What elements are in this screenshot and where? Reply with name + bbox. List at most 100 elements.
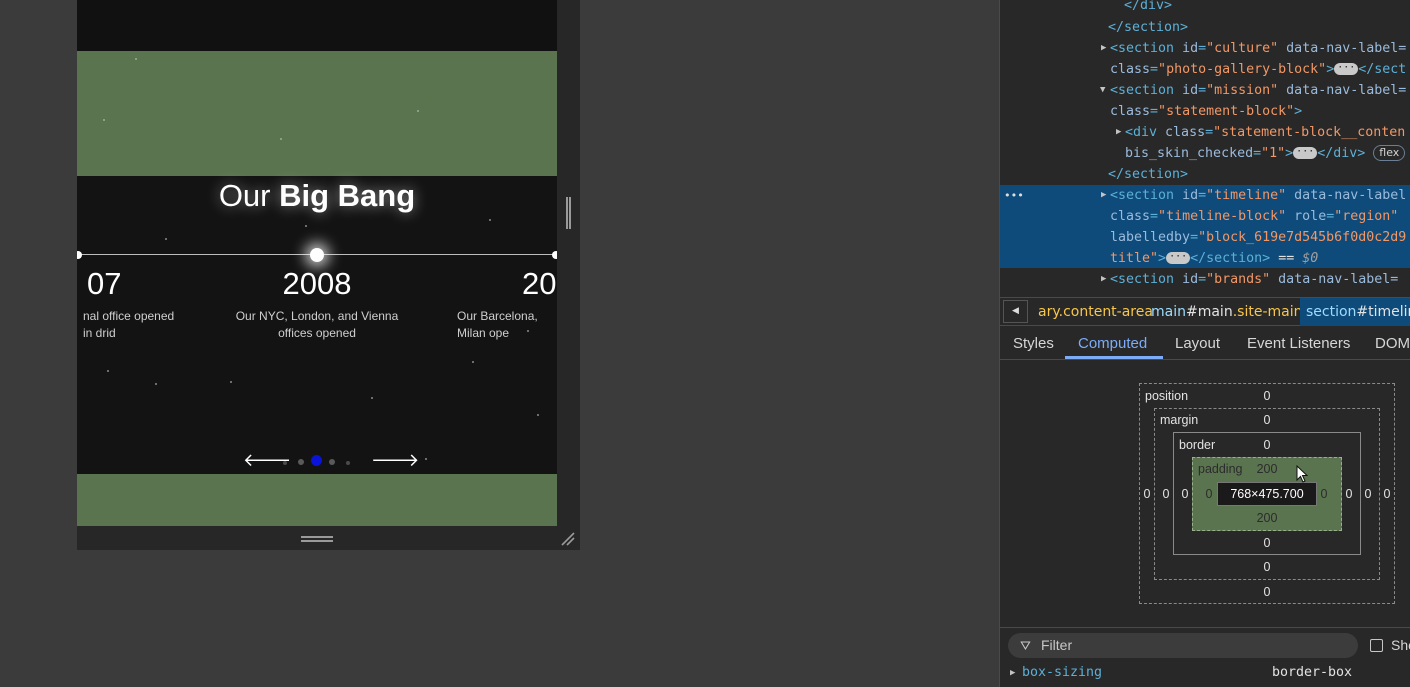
carousel-pager-dot[interactable] — [298, 459, 304, 465]
timeline-dot-active[interactable] — [310, 248, 324, 262]
margin-right[interactable]: 0 — [1358, 487, 1378, 501]
filter-icon: ⛛ — [1020, 638, 1031, 653]
position-right[interactable]: 0 — [1377, 487, 1397, 501]
dom-node-culture-class[interactable]: class="photo-gallery-block"> ··· </sect — [1110, 59, 1406, 80]
star — [103, 119, 105, 121]
dom-node-statement-content[interactable]: <div class="statement-block__conten — [1125, 122, 1405, 143]
dom-attr: data-nav-label= — [1278, 41, 1407, 56]
resize-corner-icon[interactable] — [561, 532, 575, 546]
ellipsis-chip[interactable]: ··· — [1166, 252, 1191, 264]
carousel-pager-dot-active[interactable] — [311, 455, 322, 466]
star — [371, 397, 373, 399]
resize-width-handle[interactable] — [566, 197, 571, 229]
timeline-item-current: 2008 Our NYC, London, and Vienna offices… — [217, 264, 417, 342]
dom-tag: > — [1294, 104, 1303, 119]
margin-top[interactable]: 0 — [1257, 413, 1277, 427]
border-top[interactable]: 0 — [1257, 438, 1277, 452]
show-all-label: Sho — [1391, 637, 1410, 653]
breadcrumb-item[interactable]: main#main.site-main — [1151, 298, 1302, 326]
dom-attr-value: 1 — [1269, 146, 1278, 161]
timeline-year: 07 — [87, 266, 122, 301]
timeline-year: 20 — [522, 266, 557, 301]
tab-styles[interactable]: Styles — [1013, 326, 1054, 362]
dom-tag: <section — [1110, 41, 1175, 56]
padding-label: padding — [1198, 462, 1243, 476]
carousel-controls: 🡐 🡒 — [77, 450, 557, 472]
dom-node[interactable]: </div> — [1124, 0, 1172, 16]
star — [537, 414, 539, 416]
tab-event-listeners[interactable]: Event Listeners — [1247, 326, 1350, 362]
box-model-content[interactable]: 768×475.700 — [1217, 482, 1317, 506]
carousel-pager-dot[interactable] — [283, 461, 287, 465]
dom-tag: </section> — [1190, 251, 1271, 266]
padding-left[interactable]: 0 — [1199, 487, 1219, 501]
dom-attr: data-nav-label — [1286, 188, 1407, 203]
border-right[interactable]: 0 — [1339, 487, 1359, 501]
dom-attr: data-nav-label= — [1270, 272, 1399, 287]
timeline-title-bold: Big Bang — [279, 178, 416, 213]
breadcrumb-class: ary.content-area — [1038, 304, 1153, 320]
ellipsis-chip[interactable]: ··· — [1334, 63, 1359, 75]
show-all-checkbox[interactable]: Sho — [1370, 637, 1410, 653]
padding-right[interactable]: 0 — [1314, 487, 1334, 501]
star — [489, 219, 491, 221]
preview-top-section — [77, 0, 557, 51]
dom-console-ref: $0 — [1302, 251, 1319, 266]
position-bottom[interactable]: 0 — [1257, 585, 1277, 599]
carousel-pager-dot[interactable] — [346, 461, 350, 465]
star — [417, 110, 419, 112]
dom-node-timeline-end[interactable]: title"> ··· </section> == $0 — [1110, 248, 1318, 269]
dom-tag: <section — [1110, 83, 1175, 98]
timeline-item-next: 20 Our Barcelona, Milan ope — [439, 264, 557, 342]
resize-height-handle[interactable] — [301, 536, 333, 542]
margin-bottom[interactable]: 0 — [1257, 560, 1277, 574]
dom-node-timeline-labelledby[interactable]: labelledby="block_619e7d545b6f0d0c2d9 — [1110, 227, 1406, 248]
tab-dom[interactable]: DOM — [1375, 326, 1410, 362]
dom-node-mission[interactable]: <section id="mission" data-nav-label= — [1110, 80, 1406, 101]
ellipsis-chip[interactable]: ··· — [1293, 147, 1318, 159]
dom-node-mission-class[interactable]: class="statement-block"> — [1110, 101, 1302, 122]
star — [305, 225, 307, 227]
collapse-triangle-icon[interactable]: ▼ — [1100, 85, 1110, 95]
dom-node-timeline-class[interactable]: class="timeline-block" role="region" — [1110, 206, 1398, 227]
expand-triangle-icon[interactable]: ▶ — [1010, 661, 1015, 685]
padding-highlight-top — [77, 51, 557, 176]
carousel-pager-dot[interactable] — [329, 459, 335, 465]
breadcrumb-element: main — [1151, 304, 1186, 320]
flex-badge[interactable]: flex — [1373, 145, 1406, 161]
selected-node-menu-icon[interactable]: ••• — [1004, 185, 1024, 206]
dom-attr-value: timeline — [1214, 188, 1279, 203]
breadcrumb-scroll-left-icon[interactable]: ◀ — [1003, 300, 1028, 323]
dom-attr-value: region — [1342, 209, 1391, 224]
dom-node-bis-skin[interactable]: bis_skin_checked="1"> ··· </div> flex — [1125, 143, 1406, 164]
dom-tag: <div — [1125, 125, 1158, 140]
star — [155, 383, 157, 385]
dom-node-culture[interactable]: <section id="culture" data-nav-label= — [1110, 38, 1406, 59]
breadcrumb-item-selected[interactable]: section#timeline — [1300, 298, 1410, 326]
checkbox-icon[interactable] — [1370, 639, 1383, 652]
tab-layout[interactable]: Layout — [1175, 326, 1220, 362]
arrow-right-icon[interactable]: 🡒 — [371, 450, 419, 472]
computed-property-value: border-box — [1272, 665, 1353, 680]
dom-node-brands[interactable]: <section id="brands" data-nav-label= — [1110, 269, 1398, 290]
dom-node[interactable]: </section> — [1108, 164, 1188, 185]
timeline-desc: Our NYC, London, and Vienna offices open… — [235, 309, 399, 340]
computed-property-row[interactable]: ▶ box-sizing border-box — [1000, 661, 1410, 685]
star — [472, 361, 474, 363]
border-bottom[interactable]: 0 — [1257, 536, 1277, 550]
dom-node[interactable]: </section> — [1108, 17, 1188, 38]
position-top[interactable]: 0 — [1257, 389, 1277, 403]
filter-input[interactable]: ⛛ Filter — [1008, 633, 1358, 658]
breadcrumb-item[interactable]: ary.content-area — [1038, 298, 1153, 326]
padding-bottom[interactable]: 200 — [1252, 511, 1282, 525]
dom-tag: <section — [1110, 188, 1175, 203]
dom-node-timeline[interactable]: <section id="timeline" data-nav-label — [1110, 185, 1406, 206]
arrow-left-icon[interactable]: 🡐 — [243, 450, 291, 472]
timeline-title-prefix: Our — [218, 178, 280, 213]
timeline-dot-prev[interactable] — [77, 251, 82, 259]
padding-top[interactable]: 200 — [1252, 462, 1282, 476]
breadcrumb-element: section — [1306, 304, 1357, 320]
dom-attr-value: timeline-block — [1166, 209, 1279, 224]
dom-tag: </div> — [1317, 146, 1366, 161]
position-label: position — [1145, 389, 1189, 403]
